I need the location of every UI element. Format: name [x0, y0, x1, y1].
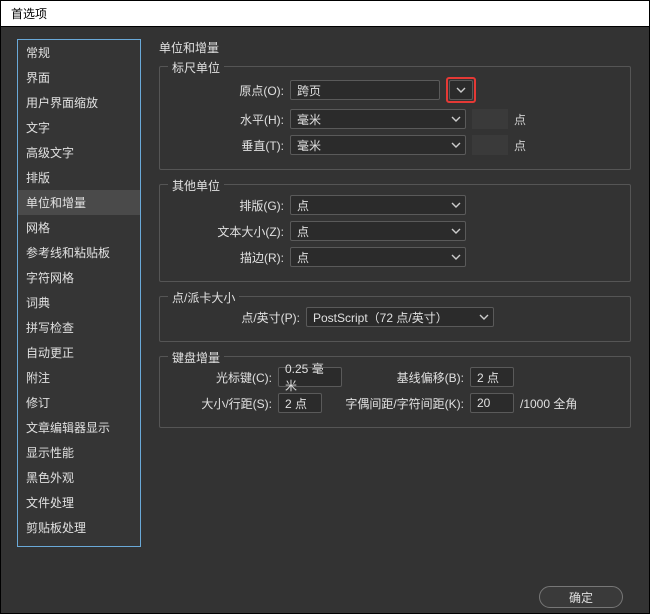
- baseline-shift-label: 基线偏移(B):: [348, 369, 464, 386]
- window-body: 常规界面用户界面缩放文字高级文字排版单位和增量网格参考线和粘贴板字符网格词典拼写…: [1, 27, 649, 583]
- point-pica-group: 点/派卡大小 点/英寸(P): PostScript（72 点/英寸）: [159, 296, 631, 342]
- sidebar-item[interactable]: 界面: [18, 65, 140, 90]
- stroke-label: 描边(R):: [174, 249, 284, 266]
- horizontal-label: 水平(H):: [174, 111, 284, 128]
- window-title: 首选项: [11, 7, 47, 21]
- other-units-group: 其他单位 排版(G): 点 文本大小(Z): 点 描边(R):: [159, 184, 631, 282]
- horizontal-unit: 点: [514, 111, 526, 128]
- chevron-down-icon: [451, 114, 461, 124]
- size-leading-label: 大小/行距(S):: [174, 395, 272, 412]
- sidebar-item[interactable]: 修订: [18, 390, 140, 415]
- sidebar-item[interactable]: 字符网格: [18, 265, 140, 290]
- chevron-down-icon: [456, 85, 466, 95]
- sidebar-item[interactable]: 黑色外观: [18, 465, 140, 490]
- chevron-down-icon: [451, 226, 461, 236]
- chevron-down-icon: [451, 252, 461, 262]
- sidebar-item[interactable]: 剪贴板处理: [18, 515, 140, 540]
- sidebar-item[interactable]: 词典: [18, 290, 140, 315]
- ruler-units-legend: 标尺单位: [168, 59, 224, 76]
- sidebar-item[interactable]: 中文排版选项: [18, 540, 140, 547]
- sidebar-item[interactable]: 自动更正: [18, 340, 140, 365]
- text-size-select[interactable]: 点: [290, 221, 466, 241]
- typesetting-label: 排版(G):: [174, 197, 284, 214]
- chevron-down-icon: [451, 200, 461, 210]
- kerning-suffix: /1000 全角: [520, 395, 577, 412]
- sidebar-item[interactable]: 附注: [18, 365, 140, 390]
- sidebar-item[interactable]: 文件处理: [18, 490, 140, 515]
- sidebar-item[interactable]: 网格: [18, 215, 140, 240]
- text-size-select-value: 点: [297, 223, 309, 240]
- sidebar-list: 常规界面用户界面缩放文字高级文字排版单位和增量网格参考线和粘贴板字符网格词典拼写…: [17, 39, 141, 547]
- kerning-label: 字偶间距/字符间距(K):: [328, 395, 464, 412]
- horizontal-select[interactable]: 毫米: [290, 109, 466, 129]
- vertical-readout: [472, 135, 508, 155]
- origin-label: 原点(O):: [174, 82, 284, 99]
- text-size-label: 文本大小(Z):: [174, 223, 284, 240]
- cursor-key-label: 光标键(C):: [174, 369, 272, 386]
- typesetting-select[interactable]: 点: [290, 195, 466, 215]
- origin-select[interactable]: 跨页: [290, 80, 440, 100]
- size-leading-field[interactable]: 2 点: [278, 393, 322, 413]
- origin-dropdown-button[interactable]: [449, 80, 473, 100]
- sidebar-item[interactable]: 高级文字: [18, 140, 140, 165]
- cursor-key-field[interactable]: 0.25 毫米: [278, 367, 342, 387]
- vertical-label: 垂直(T):: [174, 137, 284, 154]
- ok-button[interactable]: 确定: [539, 586, 623, 608]
- other-units-legend: 其他单位: [168, 177, 224, 194]
- kerning-field[interactable]: 20: [470, 393, 514, 413]
- sidebar-item[interactable]: 常规: [18, 40, 140, 65]
- sidebar-item[interactable]: 显示性能: [18, 440, 140, 465]
- panel-title: 单位和增量: [159, 39, 631, 56]
- keyboard-increments-group: 键盘增量 光标键(C): 0.25 毫米 基线偏移(B): 2 点 大小/行距(…: [159, 356, 631, 428]
- sidebar-item[interactable]: 用户界面缩放: [18, 90, 140, 115]
- footer: 确定: [1, 581, 649, 613]
- chevron-down-icon: [451, 140, 461, 150]
- point-pica-label: 点/英寸(P):: [174, 309, 300, 326]
- sidebar-item[interactable]: 文字: [18, 115, 140, 140]
- sidebar: 常规界面用户界面缩放文字高级文字排版单位和增量网格参考线和粘贴板字符网格词典拼写…: [1, 27, 141, 583]
- vertical-select[interactable]: 毫米: [290, 135, 466, 155]
- main-panel: 单位和增量 标尺单位 原点(O): 跨页 水平(H):: [141, 27, 649, 583]
- typesetting-select-value: 点: [297, 197, 309, 214]
- title-bar: 首选项: [1, 1, 649, 27]
- horizontal-select-value: 毫米: [297, 111, 321, 128]
- sidebar-item[interactable]: 文章编辑器显示: [18, 415, 140, 440]
- origin-select-value: 跨页: [297, 82, 321, 99]
- origin-dropdown-highlight: [446, 77, 476, 103]
- chevron-down-icon: [479, 312, 489, 322]
- sidebar-item[interactable]: 参考线和粘贴板: [18, 240, 140, 265]
- keyboard-increments-legend: 键盘增量: [168, 349, 224, 366]
- ruler-units-group: 标尺单位 原点(O): 跨页 水平(H): 毫米: [159, 66, 631, 170]
- vertical-select-value: 毫米: [297, 137, 321, 154]
- point-pica-legend: 点/派卡大小: [168, 289, 239, 306]
- sidebar-item[interactable]: 排版: [18, 165, 140, 190]
- stroke-select-value: 点: [297, 249, 309, 266]
- sidebar-item[interactable]: 单位和增量: [18, 190, 140, 215]
- stroke-select[interactable]: 点: [290, 247, 466, 267]
- sidebar-item[interactable]: 拼写检查: [18, 315, 140, 340]
- horizontal-readout: [472, 109, 508, 129]
- point-pica-select[interactable]: PostScript（72 点/英寸）: [306, 307, 494, 327]
- vertical-unit: 点: [514, 137, 526, 154]
- point-pica-value: PostScript（72 点/英寸）: [313, 309, 448, 326]
- preferences-window: 首选项 常规界面用户界面缩放文字高级文字排版单位和增量网格参考线和粘贴板字符网格…: [0, 0, 650, 614]
- baseline-shift-field[interactable]: 2 点: [470, 367, 514, 387]
